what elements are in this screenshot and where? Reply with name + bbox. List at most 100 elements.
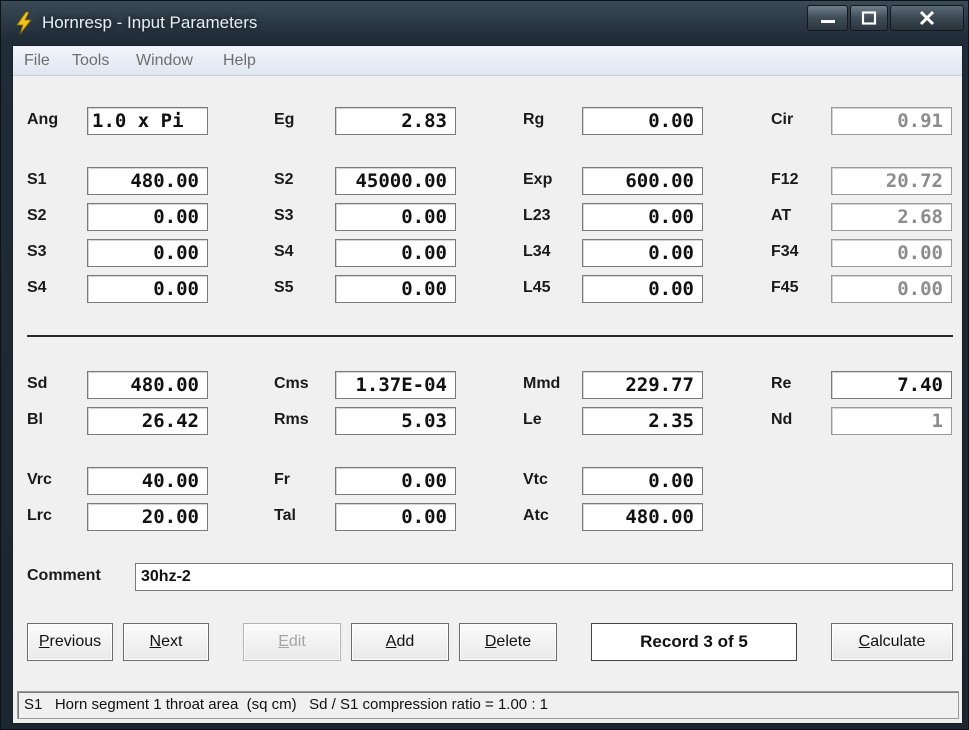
field-s1[interactable]: 480.00	[87, 167, 208, 195]
label-f34: F34	[771, 243, 799, 260]
delete-button[interactable]: Delete	[459, 623, 557, 661]
client-area: File Tools Window Help Ang 1.0 x Pi Eg 2…	[12, 45, 963, 724]
label-mmd: Mmd	[523, 375, 561, 392]
field-rg[interactable]: 0.00	[582, 107, 703, 135]
delete-label: elete	[496, 633, 532, 650]
field-s5[interactable]: 0.00	[335, 275, 456, 303]
next-accel: N	[149, 633, 162, 650]
section-divider	[27, 335, 953, 337]
field-re[interactable]: 7.40	[831, 371, 952, 399]
field-cms[interactable]: 1.37E-04	[335, 371, 456, 399]
add-accel: A	[385, 633, 397, 650]
label-s4-seg4: S4	[27, 279, 47, 296]
label-f45: F45	[771, 279, 799, 296]
field-sd[interactable]: 480.00	[87, 371, 208, 399]
label-l23: L23	[523, 207, 551, 224]
label-rms: Rms	[274, 411, 309, 428]
field-l45[interactable]: 0.00	[582, 275, 703, 303]
calculate-label: alculate	[870, 633, 926, 650]
close-button[interactable]	[890, 5, 964, 31]
label-s3-seg3: S3	[27, 243, 47, 260]
label-vtc: Vtc	[523, 471, 548, 488]
add-button[interactable]: Add	[351, 623, 449, 661]
field-s2-seg2[interactable]: 0.00	[87, 203, 208, 231]
label-eg: Eg	[274, 111, 295, 128]
lightning-bolt-icon	[16, 12, 32, 34]
record-indicator: Record 3 of 5	[591, 623, 797, 661]
field-l34[interactable]: 0.00	[582, 239, 703, 267]
maximize-button[interactable]	[850, 5, 888, 31]
label-rg: Rg	[523, 111, 545, 128]
next-button[interactable]: Next	[123, 623, 209, 661]
label-comment: Comment	[27, 567, 101, 584]
field-exp[interactable]: 600.00	[582, 167, 703, 195]
close-icon	[919, 10, 935, 26]
label-at: AT	[771, 207, 792, 224]
field-nd[interactable]: 1	[831, 407, 952, 435]
label-ang: Ang	[27, 111, 59, 128]
field-fr[interactable]: 0.00	[335, 467, 456, 495]
label-vrc: Vrc	[27, 471, 52, 488]
field-s3[interactable]: 0.00	[335, 203, 456, 231]
maximize-icon	[861, 11, 877, 25]
minimize-icon	[820, 20, 835, 23]
menu-file[interactable]: File	[24, 52, 50, 70]
minimize-button[interactable]	[807, 5, 848, 31]
label-tal: Tal	[274, 507, 296, 524]
field-le[interactable]: 2.35	[582, 407, 703, 435]
label-l45: L45	[523, 279, 551, 296]
label-f12: F12	[771, 171, 799, 188]
previous-button[interactable]: Previous	[27, 623, 113, 661]
status-bar: S1 Horn segment 1 throat area (sq cm) Sd…	[17, 691, 959, 719]
label-s2-seg2: S2	[27, 207, 47, 224]
hornresp-window: Hornresp - Input Parameters File Tools W…	[0, 0, 969, 730]
calculate-button[interactable]: Calculate	[831, 623, 953, 661]
field-atc[interactable]: 480.00	[582, 503, 703, 531]
label-s5: S5	[274, 279, 294, 296]
comment-field[interactable]: 30hz-2	[135, 563, 953, 591]
next-label: ext	[161, 633, 183, 650]
title-bar[interactable]: Hornresp - Input Parameters	[1, 1, 968, 45]
menu-bar: File Tools Window Help	[13, 46, 962, 76]
field-at: 2.68	[831, 203, 952, 231]
field-l23[interactable]: 0.00	[582, 203, 703, 231]
label-bl: Bl	[27, 411, 43, 428]
field-cir: 0.91	[831, 107, 952, 135]
field-s4-seg4[interactable]: 0.00	[87, 275, 208, 303]
window-title: Hornresp - Input Parameters	[42, 13, 258, 32]
field-vtc[interactable]: 0.00	[582, 467, 703, 495]
calculate-accel: C	[858, 633, 871, 650]
delete-accel: D	[484, 633, 497, 650]
previous-accel: P	[38, 633, 50, 650]
label-exp: Exp	[523, 171, 553, 188]
field-rms[interactable]: 5.03	[335, 407, 456, 435]
field-lrc[interactable]: 20.00	[87, 503, 208, 531]
edit-button[interactable]: Edit	[243, 623, 341, 661]
field-mmd[interactable]: 229.77	[582, 371, 703, 399]
field-ang[interactable]: 1.0 x Pi	[87, 107, 208, 135]
field-vrc[interactable]: 40.00	[87, 467, 208, 495]
label-le: Le	[523, 411, 542, 428]
field-bl[interactable]: 26.42	[87, 407, 208, 435]
field-f12: 20.72	[831, 167, 952, 195]
field-s3-seg3[interactable]: 0.00	[87, 239, 208, 267]
field-f34: 0.00	[831, 239, 952, 267]
label-lrc: Lrc	[27, 507, 52, 524]
label-fr: Fr	[274, 471, 290, 488]
menu-tools[interactable]: Tools	[72, 52, 109, 70]
label-s4: S4	[274, 243, 294, 260]
previous-label: revious	[49, 633, 102, 650]
field-eg[interactable]: 2.83	[335, 107, 456, 135]
label-atc: Atc	[523, 507, 549, 524]
field-s2[interactable]: 45000.00	[335, 167, 456, 195]
menu-help[interactable]: Help	[223, 52, 256, 70]
edit-accel: E	[278, 633, 289, 650]
field-f45: 0.00	[831, 275, 952, 303]
field-tal[interactable]: 0.00	[335, 503, 456, 531]
edit-label: dit	[288, 633, 306, 650]
field-s4[interactable]: 0.00	[335, 239, 456, 267]
label-l34: L34	[523, 243, 551, 260]
menu-window[interactable]: Window	[136, 52, 193, 70]
label-s3: S3	[274, 207, 294, 224]
label-nd: Nd	[771, 411, 793, 428]
